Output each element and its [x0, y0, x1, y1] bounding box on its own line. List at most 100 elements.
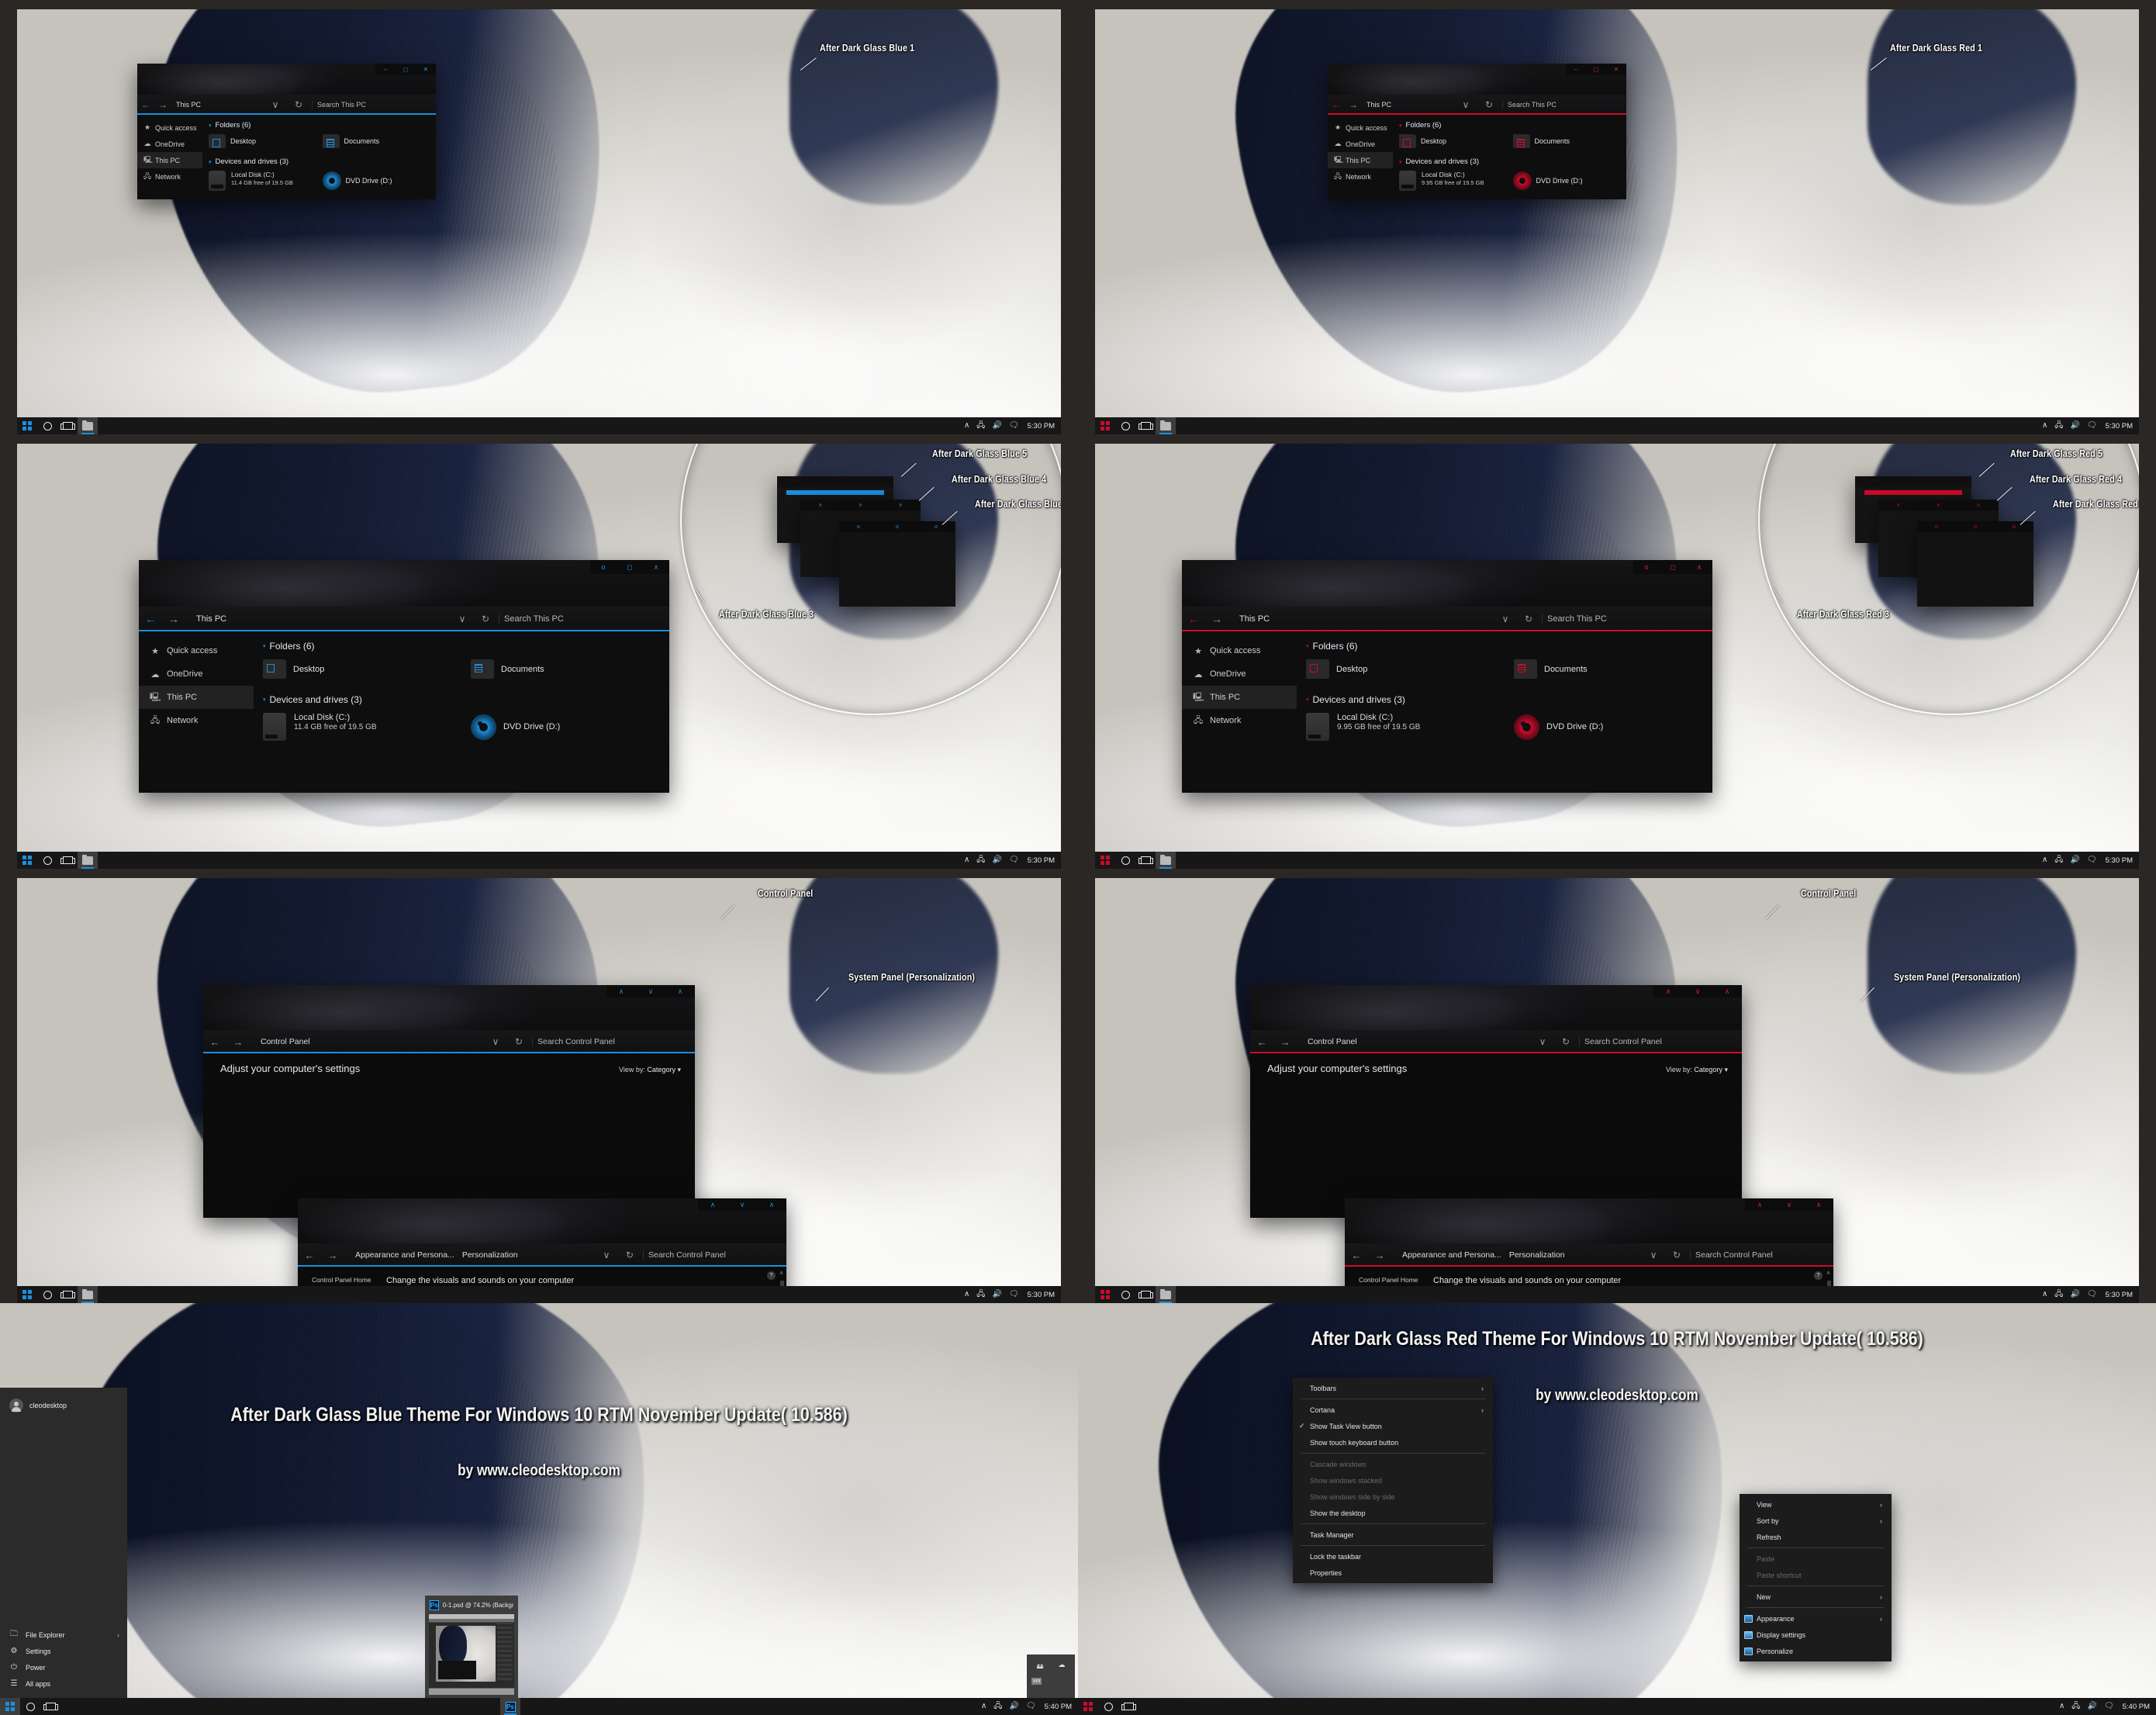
taskbar-context-menu[interactable]: Toolbars › Cortana › ✓ Show Task View butto… [1293, 1378, 1493, 1583]
forward-icon[interactable]: → [162, 613, 185, 625]
action-center-icon[interactable]: 🗨 [2087, 422, 2097, 430]
minimize-button[interactable]: o [1633, 560, 1660, 574]
thumbnail-image[interactable] [429, 1614, 514, 1695]
system-tray[interactable]: ∧ 🖧 🔊 🗨 5:40 PM [981, 1703, 1078, 1711]
expander-icon[interactable]: ▾ [1306, 697, 1309, 703]
file-explorer-button[interactable] [1156, 852, 1176, 869]
system-tray[interactable]: ∧ 🖧 🔊 🗨 5:30 PM [964, 1291, 1061, 1299]
system-tray[interactable]: ∧ 🖧 🔊 🗨 5:30 PM [2042, 856, 2139, 865]
maximize-button[interactable]: o [1974, 524, 1977, 530]
maximize-button[interactable]: ∨ [1774, 1198, 1804, 1211]
group-header-devices[interactable]: ▾ Devices and drives (3) [1306, 694, 1702, 705]
action-center-icon[interactable]: 🗨 [1009, 856, 1019, 864]
window-caption-buttons[interactable]: ∧ ∨ ∧ [606, 985, 695, 998]
hidden-icons-flyout[interactable]: 🖴 ☁ vm [1027, 1654, 1075, 1698]
forward-icon[interactable]: → [226, 1036, 250, 1048]
network-icon[interactable]: 🖧 [993, 1703, 1002, 1710]
file-explorer-window[interactable]: o ◻ ∧ ← → This PC ∨ ↻ Search This PC ★ Q… [1182, 560, 1712, 793]
menu-item-sort-by[interactable]: Sort by › [1740, 1513, 1892, 1529]
list-item[interactable]: Desktop [263, 659, 451, 679]
list-item[interactable]: Desktop [209, 134, 315, 148]
search-input[interactable]: Search This PC [499, 614, 669, 624]
group-header-folders[interactable]: ▾ Folders (6) [263, 641, 658, 652]
taskbar[interactable]: ∧ 🖧 🔊 🗨 5:30 PM [1095, 852, 2139, 869]
network-icon[interactable]: 🖧 [976, 1291, 985, 1298]
breadcrumb[interactable]: This PC [1362, 101, 1391, 109]
group-header-devices[interactable]: ▾ Devices and drives (3) [263, 694, 658, 705]
network-icon[interactable]: 🖧 [2054, 1291, 2063, 1298]
network-icon[interactable]: 🖧 [976, 856, 985, 864]
menu-item-refresh[interactable]: Refresh [1740, 1529, 1892, 1545]
breadcrumb[interactable]: Control Panel [250, 1037, 310, 1046]
show-hidden-icons-chevron-icon[interactable]: ∧ [981, 1703, 986, 1710]
file-explorer-button[interactable] [78, 852, 98, 869]
sidebar-item-network[interactable]: 🖧 Network [139, 709, 254, 732]
window-caption-buttons[interactable]: – ◻ ✕ [375, 64, 436, 75]
control-panel-window[interactable]: ∧ ∨ ∧ ← → Control Panel ∨ ↻ Search Contr… [1250, 985, 1742, 1218]
expander-icon[interactable]: ▾ [1399, 159, 1402, 165]
network-icon[interactable]: 🖧 [2071, 1703, 2080, 1710]
cortana-button[interactable] [37, 1286, 57, 1303]
close-button[interactable]: ∧ [665, 985, 695, 998]
file-explorer-window[interactable]: o ◻ ∧ ← → This PC ∨ ↻ Search This PC ★ Q… [139, 560, 669, 793]
system-tray[interactable]: ∧ 🖧 🔊 🗨 5:30 PM [964, 856, 1061, 865]
expander-icon[interactable]: ▾ [263, 697, 266, 703]
start-menu[interactable]: cleodesktop 🗀 File Explorer › ⚙ Settings… [0, 1388, 127, 1698]
maximize-button[interactable]: ∨ [1683, 985, 1712, 998]
list-item[interactable]: Local Disk (C:) 11.4 GB free of 19.5 GB [209, 171, 315, 191]
cortana-button[interactable] [20, 1698, 40, 1715]
chevron-down-icon[interactable]: ∨ [1534, 1036, 1551, 1047]
window-titlebar[interactable]: ∧ ∨ ∧ [298, 1198, 786, 1243]
sidebar-item-this-pc[interactable]: 🖳 This PC [139, 686, 254, 709]
taskbar-thumbnail-preview[interactable]: Ps 0-1.psd @ 74.2% (Background, ... [425, 1596, 518, 1698]
system-tray[interactable]: ∧ 🖧 🔊 🗨 5:30 PM [2042, 422, 2139, 430]
list-item[interactable]: Local Disk (C:) 11.4 GB free of 19.5 GB [263, 713, 451, 741]
start-button[interactable] [1095, 417, 1115, 434]
window-caption-buttons[interactable]: ∧ ∨ ∧ [1745, 1198, 1833, 1211]
menu-item-view[interactable]: View › [1740, 1496, 1892, 1513]
chevron-down-icon[interactable]: ▾ [1724, 1066, 1728, 1074]
refresh-icon[interactable]: ↻ [1557, 1036, 1574, 1047]
list-item[interactable]: DVD Drive (D:) [471, 713, 658, 741]
taskbar[interactable]: ∧ 🖧 🔊 🗨 5:40 PM [1078, 1698, 2156, 1715]
task-view-button[interactable] [57, 852, 78, 869]
search-input[interactable]: Search Control Panel [532, 1037, 695, 1046]
start-button[interactable] [1095, 1286, 1115, 1303]
help-icon[interactable]: ? [767, 1271, 776, 1280]
taskbar[interactable]: ∧ 🖧 🔊 🗨 5:30 PM [17, 852, 1061, 869]
task-view-button[interactable] [1135, 417, 1156, 434]
sidebar-item-quick-access[interactable]: ★ Quick access [1328, 119, 1393, 136]
breadcrumb[interactable]: This PC [171, 101, 201, 109]
forward-icon[interactable]: → [1205, 613, 1228, 625]
menu-item-task-manager[interactable]: Task Manager [1293, 1527, 1493, 1543]
cortana-button[interactable] [37, 417, 57, 434]
show-hidden-icons-chevron-icon[interactable]: ∧ [964, 1291, 969, 1298]
back-icon[interactable]: ← [1345, 1250, 1368, 1261]
maximize-button[interactable]: ∨ [636, 985, 665, 998]
breadcrumb[interactable]: This PC [1228, 614, 1270, 624]
file-explorer-button[interactable] [1156, 1286, 1176, 1303]
view-by-control[interactable]: View by: Category ▾ [1666, 1066, 1728, 1074]
start-item-file-explorer[interactable]: 🗀 File Explorer › [0, 1627, 127, 1643]
view-by-control[interactable]: View by: Category ▾ [619, 1066, 681, 1074]
list-item[interactable]: Desktop [1306, 659, 1494, 679]
maximize-button[interactable]: o [896, 524, 899, 530]
cortana-button[interactable] [1115, 852, 1135, 869]
maximize-button[interactable]: ◻ [396, 64, 416, 75]
group-header-devices[interactable]: ▾ Devices and drives (3) [209, 157, 428, 166]
clock[interactable]: 5:30 PM [2104, 856, 2133, 865]
chevron-down-icon[interactable]: ▾ [677, 1066, 681, 1074]
minimize-button[interactable]: ∧ [606, 985, 636, 998]
expander-icon[interactable]: ▾ [1306, 643, 1309, 649]
menu-item-lock-the-taskbar[interactable]: Lock the taskbar [1293, 1548, 1493, 1565]
taskbar[interactable]: ∧ 🖧 🔊 🗨 5:30 PM [1095, 1286, 2139, 1303]
close-button[interactable]: ∧ [1686, 560, 1712, 574]
task-view-button[interactable] [57, 1286, 78, 1303]
chevron-down-icon[interactable]: ∨ [1497, 614, 1514, 624]
menu-item-appearance[interactable]: Appearance › [1740, 1610, 1892, 1627]
window-caption-buttons[interactable]: – ◻ ✕ [1566, 64, 1626, 75]
window-caption-buttons[interactable]: o ◻ ∧ [590, 560, 669, 574]
volume-icon[interactable]: 🔊 [1009, 1703, 1018, 1710]
refresh-icon[interactable]: ↻ [510, 1036, 527, 1047]
maximize-button[interactable]: ∨ [727, 1198, 757, 1211]
